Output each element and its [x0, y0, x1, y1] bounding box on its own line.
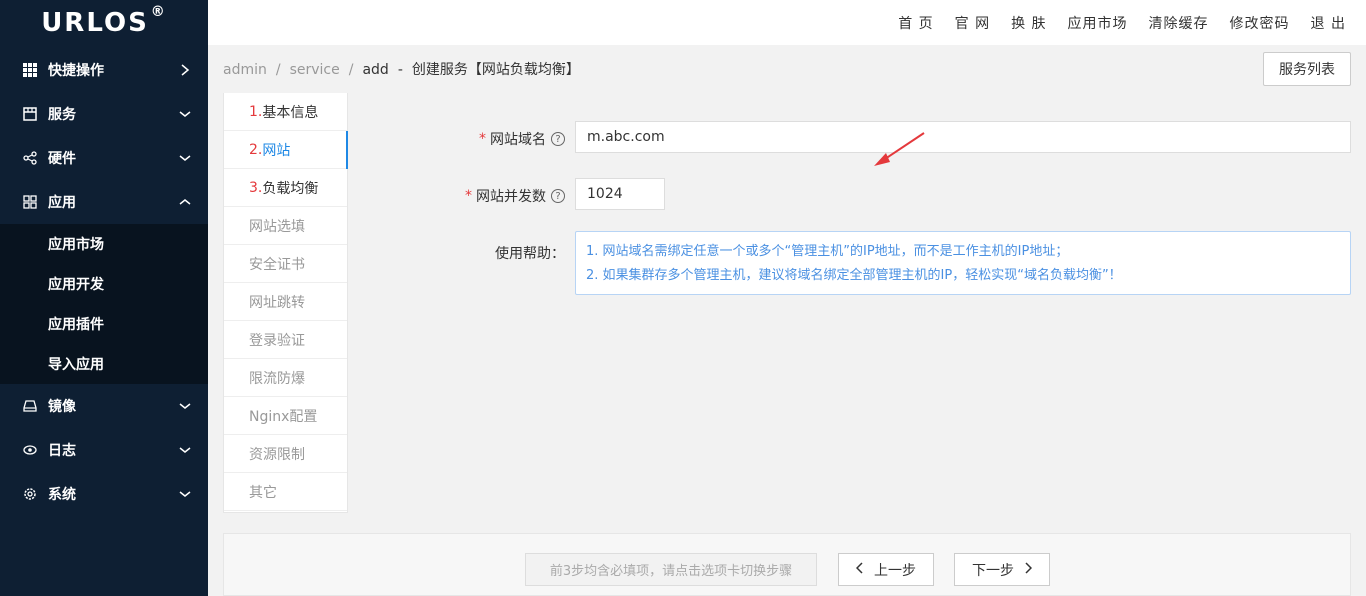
tab-website[interactable]: 2. 网站	[224, 131, 348, 169]
page-title: 创建服务【网站负载均衡】	[411, 62, 580, 78]
concurrency-input[interactable]: 1024	[575, 178, 665, 210]
breadcrumb-service[interactable]: service	[290, 62, 340, 78]
submenu-item-app-market[interactable]: 应用市场	[0, 224, 208, 264]
apps-submenu: 应用市场 应用开发 应用插件 导入应用	[0, 224, 208, 384]
top-link-home[interactable]: 首 页	[898, 13, 933, 33]
sidebar-item-images[interactable]: 镜像	[0, 384, 208, 428]
service-list-button[interactable]: 服务列表	[1263, 52, 1351, 86]
submenu-item-app-dev[interactable]: 应用开发	[0, 264, 208, 304]
logo-text: URLOS	[41, 8, 149, 38]
share-icon	[22, 150, 38, 166]
tab-resource-limit[interactable]: 资源限制	[224, 435, 347, 473]
tab-basic-info[interactable]: 1. 基本信息	[224, 93, 347, 131]
gear-icon	[22, 486, 38, 502]
website-form: * 网站域名? m.abc.com * 网站并发数? 1024 使用帮助： 1. 网…	[348, 93, 1351, 513]
breadcrumb-add: add	[362, 62, 389, 78]
chevron-down-icon	[178, 399, 192, 413]
tab-url-redirect[interactable]: 网址跳转	[224, 283, 347, 321]
top-link-change-password[interactable]: 修改密码	[1230, 13, 1290, 33]
store-icon	[22, 106, 38, 122]
sidebar-item-label: 系统	[48, 487, 76, 503]
content-card: 1. 基本信息 2. 网站 3. 负载均衡 网站选填 安全证书 网址跳转 登录验证 限…	[223, 93, 1351, 513]
chevron-right-icon	[1024, 561, 1033, 578]
prev-step-button[interactable]: 上一步	[838, 553, 934, 586]
eye-icon	[22, 442, 38, 458]
sidebar-item-service[interactable]: 服务	[0, 92, 208, 136]
question-icon[interactable]: ?	[551, 132, 565, 146]
sidebar-item-quick-actions[interactable]: 快捷操作	[0, 48, 208, 92]
sidebar-item-label: 快捷操作	[48, 63, 104, 79]
sidebar-item-label: 硬件	[48, 151, 76, 167]
sidebar-item-apps[interactable]: 应用	[0, 180, 208, 224]
chevron-down-icon	[178, 107, 192, 121]
top-nav: 首 页 官 网 换 肤 应用市场 清除缓存 修改密码 退 出	[208, 0, 1366, 45]
top-link-logout[interactable]: 退 出	[1311, 13, 1346, 33]
breadcrumb: admin / service / add - 创建服务【网站负载均衡】	[223, 62, 580, 78]
top-link-clear-cache[interactable]: 清除缓存	[1149, 13, 1209, 33]
annotation-arrow-icon	[874, 132, 925, 166]
grid-icon	[22, 62, 38, 78]
tab-ssl-cert[interactable]: 安全证书	[224, 245, 347, 283]
sidebar-item-label: 镜像	[48, 399, 76, 415]
sidebar-item-label: 日志	[48, 443, 76, 459]
logo: URLOS ®	[0, 0, 208, 48]
logo-mark: ®	[150, 4, 167, 20]
step-tabs: 1. 基本信息 2. 网站 3. 负载均衡 网站选填 安全证书 网址跳转 登录验证 限…	[223, 93, 348, 513]
sidebar-item-hardware[interactable]: 硬件	[0, 136, 208, 180]
help-line-1: 1. 网站域名需绑定任意一个或多个“管理主机”的IP地址，而不是工作主机的IP地…	[586, 244, 1069, 259]
sidebar-item-logs[interactable]: 日志	[0, 428, 208, 472]
tab-nginx-config[interactable]: Nginx配置	[224, 397, 347, 435]
sidebar-item-system[interactable]: 系统	[0, 472, 208, 516]
top-link-official-site[interactable]: 官 网	[955, 13, 990, 33]
apps-icon	[22, 194, 38, 210]
top-link-skin[interactable]: 换 肤	[1011, 13, 1046, 33]
help-box: 1. 网站域名需绑定任意一个或多个“管理主机”的IP地址，而不是工作主机的IP地…	[575, 231, 1351, 295]
chevron-down-icon	[178, 151, 192, 165]
sidebar-item-label: 服务	[48, 107, 76, 123]
drive-icon	[22, 398, 38, 414]
sidebar-item-label: 应用	[48, 195, 76, 211]
next-step-button[interactable]: 下一步	[954, 553, 1050, 586]
help-line-2: 2. 如果集群存多个管理主机，建议将域名绑定全部管理主机的IP，轻松实现“域名负…	[586, 268, 1122, 283]
breadcrumb-admin[interactable]: admin	[223, 62, 267, 78]
tab-rate-limit[interactable]: 限流防爆	[224, 359, 347, 397]
domain-label: * 网站域名?	[479, 129, 565, 149]
required-hint: 前3步均含必填项，请点击选项卡切换步骤	[525, 553, 817, 586]
tab-load-balance[interactable]: 3. 负载均衡	[224, 169, 347, 207]
submenu-item-import-app[interactable]: 导入应用	[0, 344, 208, 384]
question-icon[interactable]: ?	[551, 189, 565, 203]
breadcrumb-row: admin / service / add - 创建服务【网站负载均衡】 服务列表	[223, 45, 1351, 93]
tab-other[interactable]: 其它	[224, 473, 347, 511]
sidebar: URLOS ® 快捷操作 服务 硬件 应用 应用市场 应用开发 应用插件 导入应用	[0, 0, 208, 596]
chevron-right-icon	[178, 63, 192, 77]
main-area: admin / service / add - 创建服务【网站负载均衡】 服务列表 1. 基本…	[208, 45, 1366, 596]
domain-input[interactable]: m.abc.com	[575, 121, 1351, 153]
concurrency-label: * 网站并发数?	[465, 186, 565, 206]
submenu-item-app-plugins[interactable]: 应用插件	[0, 304, 208, 344]
chevron-up-icon	[178, 195, 192, 209]
tab-login-auth[interactable]: 登录验证	[224, 321, 347, 359]
chevron-down-icon	[178, 443, 192, 457]
chevron-down-icon	[178, 487, 192, 501]
help-label: 使用帮助：	[495, 246, 565, 262]
footer-bar: 前3步均含必填项，请点击选项卡切换步骤 上一步 下一步	[223, 533, 1351, 596]
top-link-app-market[interactable]: 应用市场	[1068, 13, 1128, 33]
tab-website-optional[interactable]: 网站选填	[224, 207, 347, 245]
chevron-left-icon	[855, 561, 864, 578]
